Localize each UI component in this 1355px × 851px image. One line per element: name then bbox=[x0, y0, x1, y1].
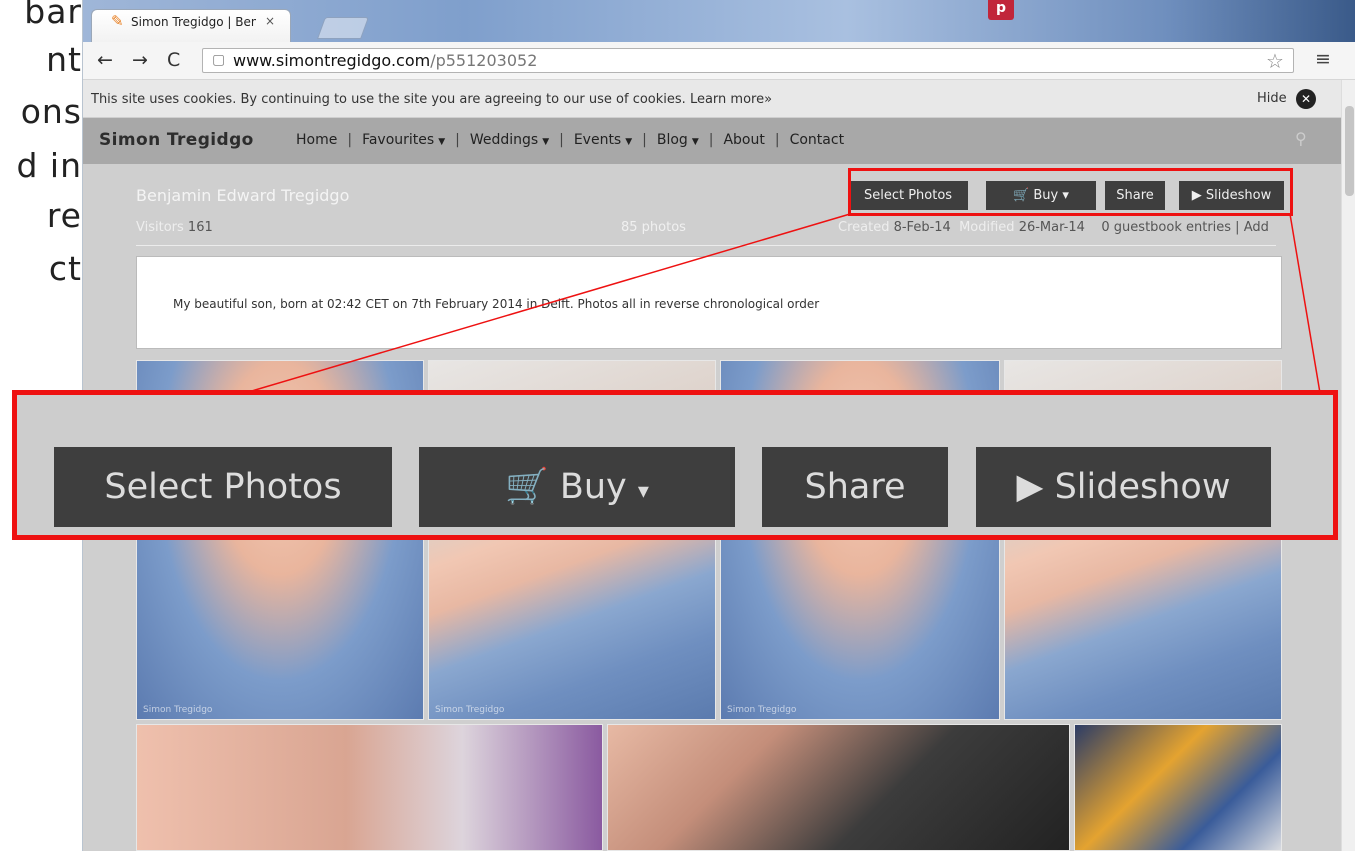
chevron-down-icon: ▼ bbox=[438, 137, 446, 147]
cookie-message: This site uses cookies. By continuing to… bbox=[91, 92, 773, 107]
back-arrow-icon[interactable]: ← bbox=[97, 49, 113, 71]
gallery-title: Benjamin Edward Tregidgo bbox=[136, 186, 350, 205]
nav-separator: | bbox=[642, 132, 647, 148]
gallery-meta: Visitors 161 85 photos Created 8-Feb-14 … bbox=[136, 216, 1276, 246]
nav-separator: | bbox=[774, 132, 780, 148]
visitors-value: 161 bbox=[187, 220, 213, 235]
side-text-line: ons bbox=[20, 92, 82, 131]
nav-item-label: Favourites bbox=[362, 132, 435, 148]
play-icon: ▶ bbox=[1016, 467, 1044, 507]
photo-count: 85 photos bbox=[621, 220, 686, 235]
nav-item-home[interactable]: Home bbox=[296, 132, 337, 148]
pencil-icon: ✎ bbox=[111, 12, 124, 30]
nav-item-events[interactable]: Events ▼ bbox=[574, 132, 632, 148]
site-navigation: Simon Tregidgo Home | Favourites ▼ | Weddings… bbox=[83, 118, 1341, 164]
url-host: www.simontregidgo.com bbox=[233, 51, 431, 70]
cookie-banner: This site uses cookies. By continuing to… bbox=[83, 80, 1341, 118]
chevron-down-icon: ▼ bbox=[542, 137, 550, 147]
photo-thumbnail[interactable] bbox=[607, 724, 1070, 851]
nav-separator: | bbox=[347, 132, 353, 148]
photo-watermark: Simon Tregidgo bbox=[143, 705, 213, 715]
chevron-down-icon: ▼ bbox=[625, 137, 633, 147]
nav-item-contact[interactable]: Contact bbox=[790, 132, 844, 148]
visitors-label: Visitors bbox=[136, 220, 184, 235]
browser-toolbar: ← → C ▢ www.simontregidgo.com/p551203052… bbox=[83, 42, 1355, 80]
scrollbar-thumb[interactable] bbox=[1345, 106, 1354, 196]
side-text-line: bar bbox=[24, 0, 82, 31]
created-value: 8-Feb-14 bbox=[893, 220, 951, 235]
forward-arrow-icon[interactable]: → bbox=[132, 49, 148, 71]
side-text-line: d in bbox=[16, 146, 82, 185]
nav-item-label: Blog bbox=[656, 132, 688, 148]
chevron-down-icon: ▾ bbox=[637, 479, 649, 504]
modified-value: 26-Mar-14 bbox=[1018, 220, 1085, 235]
nav-item-label: Events bbox=[573, 132, 622, 148]
address-bar[interactable]: ▢ www.simontregidgo.com/p551203052 ☆ bbox=[202, 48, 1294, 73]
close-icon[interactable]: × bbox=[265, 14, 275, 28]
nav-item-label: About bbox=[723, 132, 765, 148]
nav-item-label: Contact bbox=[789, 132, 845, 148]
nav-item-label: Weddings bbox=[469, 132, 539, 148]
nav-links: Home | Favourites ▼ | Weddings ▼ | Events ▼ | Blog ▼… bbox=[296, 132, 844, 148]
new-tab-button[interactable] bbox=[316, 17, 370, 39]
photo-thumbnail[interactable] bbox=[136, 724, 603, 851]
side-text-line: nt bbox=[46, 40, 82, 79]
side-text-line: ct bbox=[48, 249, 82, 288]
url-text[interactable]: www.simontregidgo.com/p551203052 bbox=[233, 51, 537, 70]
bookmark-star-icon[interactable]: ☆ bbox=[1266, 49, 1284, 73]
nav-separator: | bbox=[559, 132, 564, 148]
site-brand[interactable]: Simon Tregidgo bbox=[99, 130, 254, 150]
photo-thumbnail[interactable] bbox=[1074, 724, 1282, 851]
nav-item-weddings[interactable]: Weddings ▼ bbox=[470, 132, 549, 148]
nav-separator: | bbox=[455, 132, 460, 148]
gallery-description: My beautiful son, born at 02:42 CET on 7… bbox=[136, 256, 1282, 349]
buy-button-zoomed[interactable]: 🛒 Buy ▾ bbox=[419, 447, 735, 527]
photo-watermark: Simon Tregidgo bbox=[435, 705, 505, 715]
gallery-dates: Created 8-Feb-14 Modified 26-Mar-14 0 gu… bbox=[838, 220, 1269, 235]
chevron-down-icon: ▼ bbox=[691, 137, 699, 147]
pinterest-logo-icon[interactable]: p bbox=[988, 0, 1014, 20]
nav-item-label: Home bbox=[296, 132, 338, 148]
search-icon[interactable]: ⚲ bbox=[1295, 129, 1307, 148]
modified-label: Modified bbox=[959, 220, 1015, 235]
tab-title: Simon Tregidgo | Benjami bbox=[131, 15, 256, 29]
tab-strip: ✎ Simon Tregidgo | Benjami × p bbox=[83, 0, 1355, 42]
description-text: My beautiful son, born at 02:42 CET on 7… bbox=[173, 297, 820, 311]
hamburger-menu-icon[interactable]: ≡ bbox=[1315, 48, 1331, 70]
slideshow-button-label: Slideshow bbox=[1054, 467, 1231, 507]
close-circle-icon[interactable]: ✕ bbox=[1296, 89, 1316, 109]
screenshot-stage: bar nt ons d in re ct ✎ Simon Tregidgo |… bbox=[0, 0, 1355, 851]
nav-separator: | bbox=[708, 132, 714, 148]
reload-icon[interactable]: C bbox=[167, 49, 180, 71]
zoomed-toolbar-callout: Select Photos 🛒 Buy ▾ Share ▶ Slideshow bbox=[12, 390, 1338, 540]
nav-item-favourites[interactable]: Favourites ▼ bbox=[362, 132, 445, 148]
cookie-hide-link[interactable]: Hide bbox=[1257, 91, 1287, 106]
buy-button-label: Buy bbox=[559, 467, 627, 507]
highlight-frame bbox=[848, 168, 1293, 216]
nav-item-blog[interactable]: Blog ▼ bbox=[657, 132, 699, 148]
guestbook-link[interactable]: 0 guestbook entries | Add bbox=[1101, 220, 1268, 235]
url-path: /p551203052 bbox=[430, 51, 538, 70]
select-photos-button-zoomed[interactable]: Select Photos bbox=[54, 447, 392, 527]
photo-watermark: Simon Tregidgo bbox=[727, 705, 797, 715]
vertical-scrollbar[interactable] bbox=[1341, 80, 1355, 851]
cart-icon: 🛒 bbox=[505, 467, 549, 507]
share-button-zoomed[interactable]: Share bbox=[762, 447, 948, 527]
page-icon: ▢ bbox=[212, 52, 226, 68]
nav-item-about[interactable]: About bbox=[723, 132, 764, 148]
slideshow-button-zoomed[interactable]: ▶ Slideshow bbox=[976, 447, 1271, 527]
created-label: Created bbox=[838, 220, 890, 235]
visitors-count: Visitors 161 bbox=[136, 220, 213, 235]
side-text-line: re bbox=[46, 196, 82, 235]
